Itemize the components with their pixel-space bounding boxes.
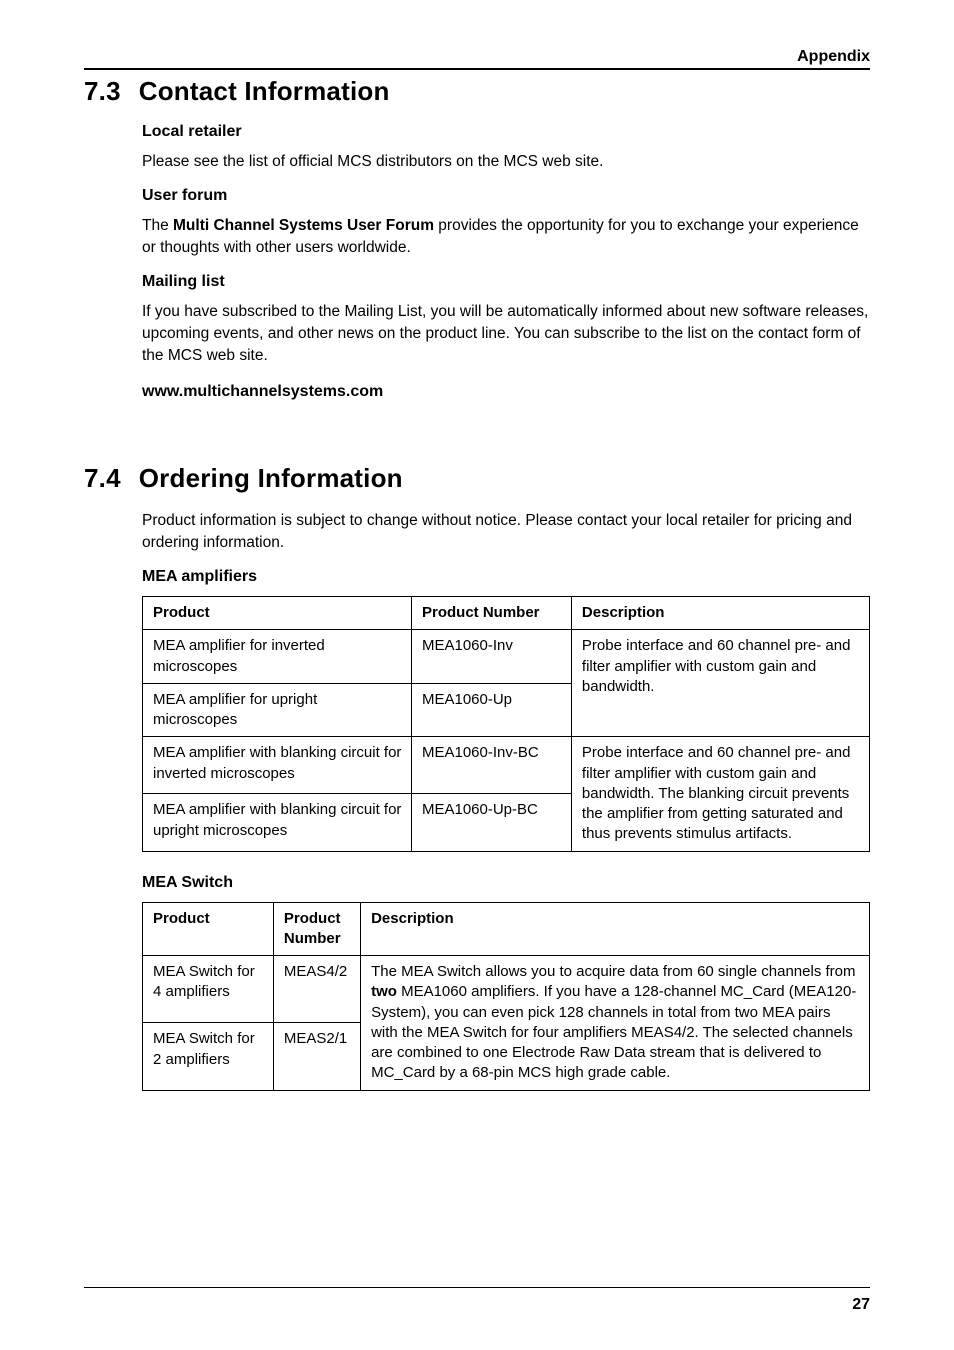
- mea-switch-heading: MEA Switch: [142, 874, 870, 892]
- cell-pn: MEA1060-Up-BC: [411, 794, 571, 851]
- cell-product: MEA amplifier with blanking circuit for …: [143, 794, 412, 851]
- mea-amplifiers-table: Product Product Number Description MEA a…: [142, 596, 870, 852]
- user-forum-bold: Multi Channel Systems User Forum: [173, 217, 434, 234]
- user-forum-text: The Multi Channel Systems User Forum pro…: [142, 215, 870, 259]
- cell-product: MEA Switch for 2 amplifiers: [143, 1023, 274, 1090]
- mea-switch-table: Product Product Number Description MEA S…: [142, 902, 870, 1091]
- cell-description: The MEA Switch allows you to acquire dat…: [361, 956, 870, 1091]
- footer-rule: [84, 1287, 870, 1288]
- cell-product: MEA Switch for 4 amplifiers: [143, 956, 274, 1023]
- table-header-row: Product Product Number Description: [143, 902, 870, 956]
- table-row: MEA amplifier with blanking circuit for …: [143, 737, 870, 794]
- cell-description: Probe interface and 60 channel pre- and …: [571, 630, 869, 737]
- mailing-list-text: If you have subscribed to the Mailing Li…: [142, 301, 870, 367]
- col-product: Product: [143, 902, 274, 956]
- page-root: Appendix 7.3 Contact Information Local r…: [0, 0, 954, 1350]
- user-forum-lead: The: [142, 217, 173, 234]
- cell-product: MEA amplifier for upright microscopes: [143, 683, 412, 737]
- section-number: 7.4: [84, 463, 121, 494]
- section-title: Contact Information: [139, 76, 390, 107]
- page-number: 27: [852, 1296, 870, 1314]
- col-product-number: Product Number: [273, 902, 360, 956]
- cell-product: MEA amplifier for inverted microscopes: [143, 630, 412, 684]
- mea-amplifiers-heading: MEA amplifiers: [142, 568, 870, 586]
- section-number: 7.3: [84, 76, 121, 107]
- desc-rest: MEA1060 amplifiers. If you have a 128-ch…: [371, 983, 856, 1081]
- local-retailer-heading: Local retailer: [142, 123, 870, 141]
- cell-product: MEA amplifier with blanking circuit for …: [143, 737, 412, 794]
- section-7-3-heading: 7.3 Contact Information: [84, 76, 870, 107]
- cell-pn: MEAS2/1: [273, 1023, 360, 1090]
- col-description: Description: [361, 902, 870, 956]
- cell-pn: MEA1060-Up: [411, 683, 571, 737]
- website-line: www.multichannelsystems.com: [142, 383, 870, 401]
- col-product-number: Product Number: [411, 597, 571, 630]
- col-description: Description: [571, 597, 869, 630]
- mailing-list-heading: Mailing list: [142, 273, 870, 291]
- cell-pn: MEA1060-Inv-BC: [411, 737, 571, 794]
- table-header-row: Product Product Number Description: [143, 597, 870, 630]
- running-head: Appendix: [84, 48, 870, 66]
- local-retailer-text: Please see the list of official MCS dist…: [142, 151, 870, 173]
- section-7-4-heading: 7.4 Ordering Information: [84, 463, 870, 494]
- ordering-intro: Product information is subject to change…: [142, 510, 870, 554]
- table-row: MEA amplifier for inverted microscopes M…: [143, 630, 870, 684]
- cell-pn: MEA1060-Inv: [411, 630, 571, 684]
- section-title: Ordering Information: [139, 463, 403, 494]
- section-7-4-body: Product information is subject to change…: [142, 510, 870, 1091]
- col-product: Product: [143, 597, 412, 630]
- cell-pn: MEAS4/2: [273, 956, 360, 1023]
- cell-description: Probe interface and 60 channel pre- and …: [571, 737, 869, 851]
- desc-bold: two: [371, 983, 397, 1000]
- user-forum-heading: User forum: [142, 187, 870, 205]
- section-rule-top: [84, 68, 870, 70]
- section-7-3-body: Local retailer Please see the list of of…: [142, 123, 870, 401]
- desc-lead: The MEA Switch allows you to acquire dat…: [371, 963, 855, 980]
- table-row: MEA Switch for 4 amplifiers MEAS4/2 The …: [143, 956, 870, 1023]
